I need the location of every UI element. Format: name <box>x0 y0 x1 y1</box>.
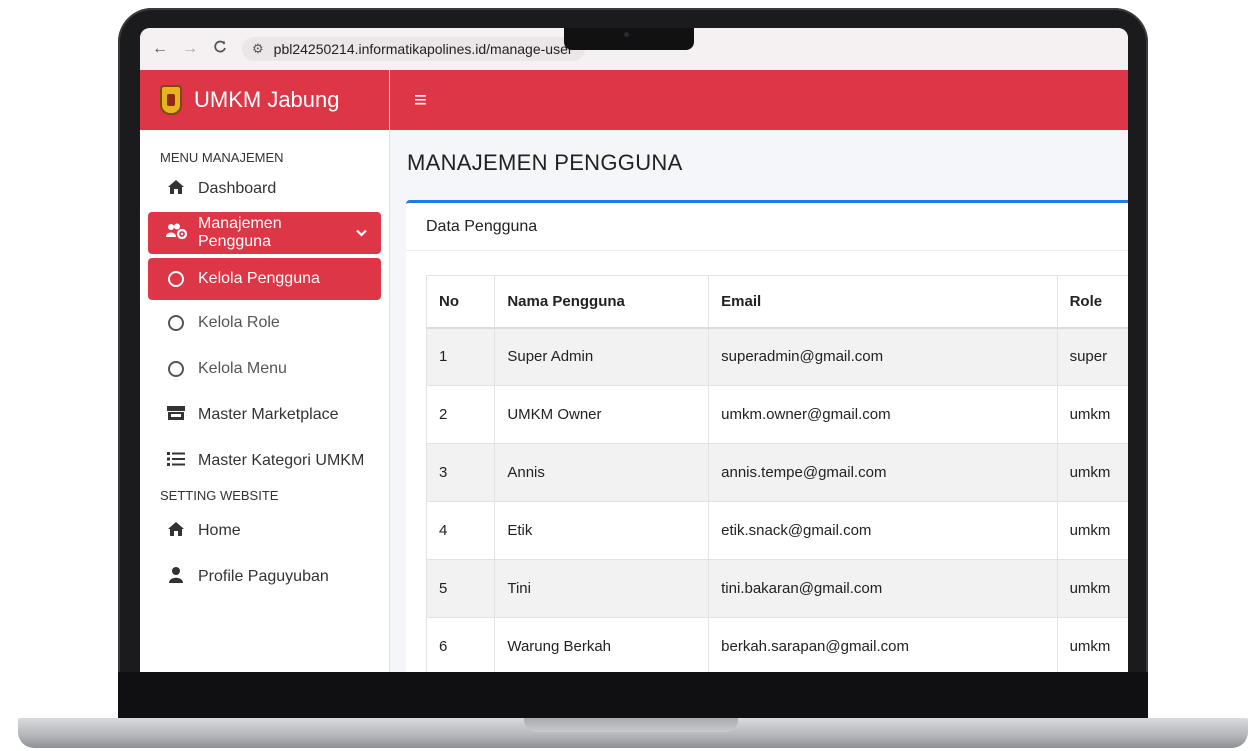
cell-name: Tini <box>494 559 710 618</box>
hamburger-menu-icon[interactable]: ≡ <box>414 87 427 113</box>
cell-role: super <box>1056 327 1128 386</box>
site-info-icon[interactable]: ⚙ <box>252 41 264 57</box>
cell-no: 6 <box>425 617 496 672</box>
cell-email: berkah.sarapan@gmail.com <box>708 617 1058 672</box>
cell-name: UMKM Owner <box>494 385 710 444</box>
store-icon <box>166 405 186 426</box>
sidebar-item-kelola-role[interactable]: Kelola Role <box>148 302 381 344</box>
cell-no: 3 <box>425 443 496 502</box>
sidebar-item-home[interactable]: Home <box>148 510 381 552</box>
home-icon <box>166 179 186 200</box>
user-icon <box>166 566 186 589</box>
cell-no: 5 <box>425 559 496 618</box>
table-row: 3 Annis annis.tempe@gmail.com umkm <box>425 443 1128 502</box>
sidebar-item-label: Kelola Role <box>198 314 280 331</box>
sidebar-item-label: Master Marketplace <box>198 406 339 423</box>
sidebar-item-label: Home <box>198 522 241 539</box>
sidebar: UMKM Jabung MENU MANAJEMEN Dashboard Man… <box>140 70 390 672</box>
brand-link[interactable]: UMKM Jabung <box>140 70 389 130</box>
column-header-role[interactable]: Role <box>1056 275 1128 329</box>
data-card: Data Pengguna No Nama Pengguna Email Rol… <box>406 200 1128 672</box>
cell-email: etik.snack@gmail.com <box>708 501 1058 560</box>
cell-email: umkm.owner@gmail.com <box>708 385 1058 444</box>
laptop-chin <box>118 672 1148 720</box>
url-text[interactable]: pbl24250214.informatikapolines.id/manage… <box>274 41 573 57</box>
cell-name: Annis <box>494 443 710 502</box>
camera-icon <box>624 32 629 37</box>
card-title: Data Pengguna <box>406 203 1128 251</box>
setting-section-header: SETTING WEBSITE <box>160 487 279 503</box>
laptop-hinge-groove <box>524 718 738 732</box>
sidebar-item-label: Master Kategori UMKM <box>198 452 365 469</box>
column-header-name[interactable]: Nama Pengguna <box>494 275 710 329</box>
table-header-row: No Nama Pengguna Email Role <box>425 275 1128 329</box>
sidebar-item-manajemen-pengguna[interactable]: Manajemen Pengguna <box>148 212 381 254</box>
users-cog-icon <box>166 223 188 244</box>
cell-email: annis.tempe@gmail.com <box>708 443 1058 502</box>
table-row: 6 Warung Berkah berkah.sarapan@gmail.com… <box>425 617 1128 672</box>
cell-no: 2 <box>425 385 496 444</box>
list-icon <box>166 451 186 472</box>
column-header-email[interactable]: Email <box>708 275 1058 329</box>
sidebar-item-master-marketplace[interactable]: Master Marketplace <box>148 394 381 436</box>
cell-role: umkm <box>1056 501 1128 560</box>
cell-role: umkm <box>1056 559 1128 618</box>
cell-no: 1 <box>425 327 496 386</box>
laptop-screen: ← → ⚙ pbl24250214.informatikapolines.id/… <box>140 28 1128 672</box>
address-bar[interactable]: ⚙ pbl24250214.informatikapolines.id/mana… <box>242 37 585 61</box>
users-table: No Nama Pengguna Email Role 1 Super Admi… <box>425 275 1128 672</box>
back-arrow-icon[interactable]: ← <box>152 40 168 58</box>
cell-email: superadmin@gmail.com <box>708 327 1058 386</box>
top-navbar: ≡ <box>390 70 1128 130</box>
sidebar-item-label: Manajemen Pengguna <box>198 215 282 250</box>
brand-name: UMKM Jabung <box>194 87 340 112</box>
sidebar-item-label: Profile Paguyuban <box>198 568 329 585</box>
camera-notch <box>564 28 694 50</box>
reload-icon[interactable] <box>212 40 228 59</box>
table-row: 4 Etik etik.snack@gmail.com umkm <box>425 501 1128 560</box>
circle-icon <box>168 315 184 331</box>
column-header-no[interactable]: No <box>425 275 496 329</box>
sidebar-item-kelola-menu[interactable]: Kelola Menu <box>148 348 381 390</box>
cell-name: Super Admin <box>494 327 710 386</box>
cell-role: umkm <box>1056 385 1128 444</box>
sidebar-item-label: Kelola Pengguna <box>198 270 320 287</box>
sidebar-item-profile-paguyuban[interactable]: Profile Paguyuban <box>148 556 381 598</box>
table-row: 1 Super Admin superadmin@gmail.com super <box>425 327 1128 386</box>
cell-email: tini.bakaran@gmail.com <box>708 559 1058 618</box>
cell-name: Etik <box>494 501 710 560</box>
cell-name: Warung Berkah <box>494 617 710 672</box>
sidebar-item-kelola-pengguna[interactable]: Kelola Pengguna <box>148 258 381 300</box>
brand-logo-icon <box>160 85 182 115</box>
page-title: MANAJEMEN PENGGUNA <box>407 150 683 175</box>
sidebar-item-label: Kelola Menu <box>198 360 287 377</box>
cell-role: umkm <box>1056 443 1128 502</box>
sidebar-item-master-kategori[interactable]: Master Kategori UMKM <box>148 440 381 482</box>
menu-section-header: MENU MANAJEMEN <box>160 149 284 165</box>
sidebar-item-label: Dashboard <box>198 180 277 197</box>
main-content: ≡ MANAJEMEN PENGGUNA Data Pengguna No Na… <box>390 70 1128 672</box>
circle-icon <box>168 361 184 377</box>
chevron-down-icon <box>356 226 367 240</box>
forward-arrow-icon[interactable]: → <box>182 40 198 58</box>
table-row: 5 Tini tini.bakaran@gmail.com umkm <box>425 559 1128 618</box>
cell-no: 4 <box>425 501 496 560</box>
table-row: 2 UMKM Owner umkm.owner@gmail.com umkm <box>425 385 1128 444</box>
circle-icon <box>168 271 184 287</box>
cell-role: umkm <box>1056 617 1128 672</box>
sidebar-item-dashboard[interactable]: Dashboard <box>148 168 381 210</box>
home-icon <box>166 521 186 542</box>
